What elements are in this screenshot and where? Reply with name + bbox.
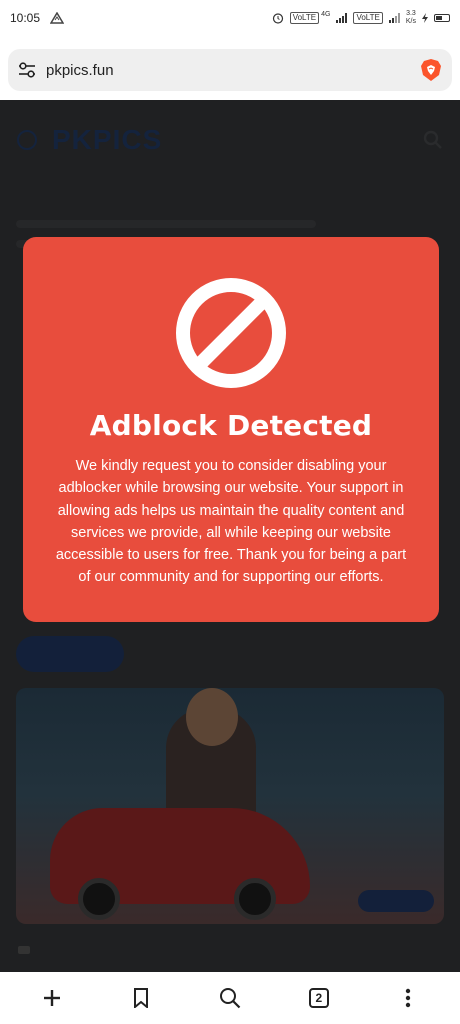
adblock-modal: Adblock Detected We kindly request you t… xyxy=(23,237,439,622)
volte-badge-1: VoLTE xyxy=(289,12,320,24)
modal-title: Adblock Detected xyxy=(89,409,373,442)
more-icon xyxy=(405,988,410,1008)
image-tag[interactable] xyxy=(358,890,434,912)
placeholder-line xyxy=(16,220,316,228)
signal-icon-1 xyxy=(336,13,348,23)
tabs-button[interactable]: 2 xyxy=(295,976,343,1020)
status-bar: 10:05 VoLTE 4G VoLTE 3.3 K/s xyxy=(0,0,460,36)
image-wheel xyxy=(234,878,276,920)
bookmark-icon xyxy=(134,988,149,1008)
network-speed: 3.3 xyxy=(406,10,416,17)
search-button[interactable] xyxy=(206,976,254,1020)
placeholder-text xyxy=(18,946,30,954)
site-search-icon[interactable] xyxy=(422,129,444,151)
search-icon xyxy=(219,988,241,1009)
tabs-icon: 2 xyxy=(308,988,329,1008)
bookmark-button[interactable] xyxy=(117,976,165,1020)
new-tab-button[interactable] xyxy=(28,976,76,1020)
brave-shield-icon[interactable] xyxy=(420,58,442,82)
image-wheel xyxy=(78,878,120,920)
featured-image[interactable] xyxy=(16,688,444,924)
alarm-icon xyxy=(272,13,283,24)
site-logo[interactable]: PKPICS xyxy=(52,124,162,156)
bottom-toolbar: 2 xyxy=(0,972,460,1024)
image-figure-head xyxy=(186,688,238,746)
status-time: 10:05 xyxy=(10,11,41,25)
category-button[interactable] xyxy=(16,636,124,672)
charging-icon xyxy=(422,13,428,23)
no-entry-icon xyxy=(176,278,286,388)
notification-triangle-icon xyxy=(50,12,65,24)
site-settings-icon[interactable] xyxy=(18,61,36,79)
volte-badge-2: VoLTE xyxy=(353,12,383,24)
url-text[interactable]: pkpics.fun xyxy=(46,62,114,79)
network-tech: 4G xyxy=(321,10,331,18)
address-bar[interactable]: pkpics.fun xyxy=(8,49,452,91)
site-menu-icon[interactable] xyxy=(16,129,38,151)
signal-icon-2 xyxy=(388,13,400,23)
modal-message: We kindly request you to consider disabl… xyxy=(55,458,407,586)
add-icon xyxy=(44,990,61,1006)
more-menu-button[interactable] xyxy=(384,976,432,1020)
network-speed-unit: K/s xyxy=(405,18,416,25)
browser-toolbar: pkpics.fun xyxy=(0,36,460,100)
site-header: PKPICS xyxy=(16,122,444,158)
battery-icon xyxy=(434,14,450,22)
